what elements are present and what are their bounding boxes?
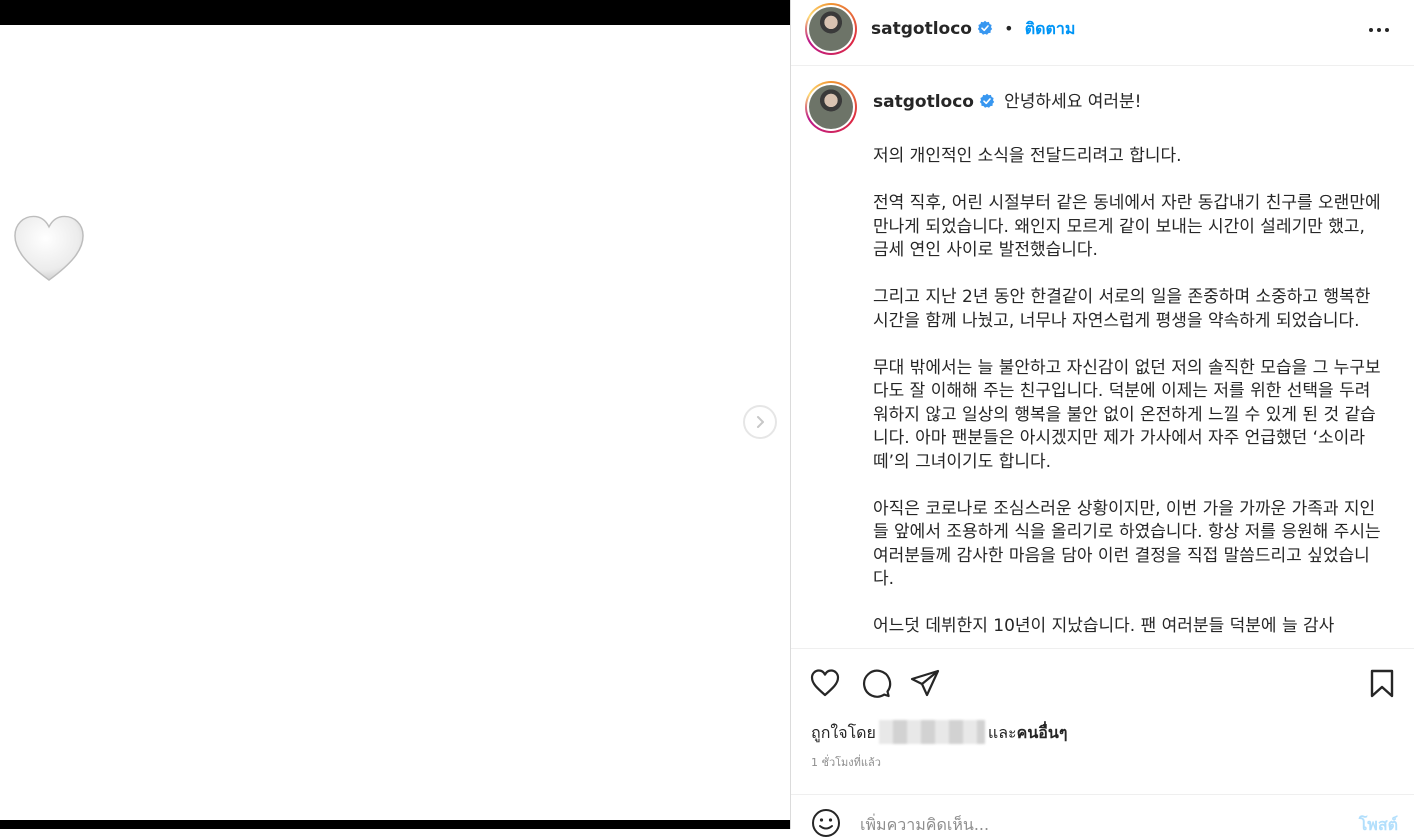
likes-others-link[interactable]: คนอื่นๆ bbox=[1017, 723, 1068, 742]
verified-badge-icon bbox=[977, 20, 993, 35]
post-media bbox=[0, 0, 790, 829]
post-header: satgotloco • ติดตาม bbox=[791, 0, 1414, 66]
caption-scroll-area[interactable]: satgotloco 안녕하세요 여러분! 저의 개인적인 소식을 전달드리려고… bbox=[791, 66, 1414, 648]
media-letterbox-top bbox=[0, 0, 790, 25]
verified-badge-icon bbox=[979, 93, 995, 108]
caption-body: 저의 개인적인 소식을 전달드리려고 합니다. 전역 직후, 어린 시절부터 같… bbox=[873, 146, 1381, 636]
bookmark-icon[interactable] bbox=[1366, 667, 1398, 699]
likes-prefix: ถูกใจโดย bbox=[811, 723, 876, 742]
post-sidebar: satgotloco • ติดตาม satgotloco 안녕하세요 여러분… bbox=[790, 0, 1415, 837]
follow-button[interactable]: ติดตาม bbox=[1025, 19, 1076, 38]
likes-summary: ถูกใจโดย และคนอื่นๆ bbox=[811, 720, 1067, 746]
comment-input[interactable]: เพิ่มความคิดเห็น... bbox=[860, 813, 989, 838]
heart-icon[interactable] bbox=[809, 667, 841, 699]
header-username[interactable]: satgotloco bbox=[871, 19, 972, 39]
paper-plane-icon[interactable] bbox=[909, 667, 941, 699]
liker-name-blurred[interactable] bbox=[878, 720, 985, 744]
caption-avatar[interactable] bbox=[805, 81, 857, 133]
likes-and: และ bbox=[987, 723, 1017, 742]
white-heart-icon bbox=[14, 215, 84, 281]
next-media-button[interactable] bbox=[743, 405, 777, 439]
header-separator: • bbox=[1004, 19, 1014, 38]
media-letterbox-bottom bbox=[0, 820, 790, 829]
avatar[interactable] bbox=[805, 3, 857, 55]
caption-first-line: 안녕하세요 여러분! bbox=[1004, 92, 1142, 112]
comment-icon[interactable] bbox=[860, 667, 892, 699]
post-comment-button[interactable]: โพสต์ bbox=[1359, 813, 1398, 838]
post-actions: ถูกใจโดย และคนอื่นๆ 1 ชั่วโมงที่แล้ว เพิ่… bbox=[791, 648, 1414, 837]
chevron-right-icon bbox=[757, 416, 764, 428]
smiley-icon[interactable] bbox=[811, 808, 841, 838]
caption-username[interactable]: satgotloco bbox=[873, 92, 974, 112]
more-horizontal-icon[interactable] bbox=[1367, 18, 1391, 42]
post-timestamp[interactable]: 1 ชั่วโมงที่แล้ว bbox=[811, 753, 881, 771]
